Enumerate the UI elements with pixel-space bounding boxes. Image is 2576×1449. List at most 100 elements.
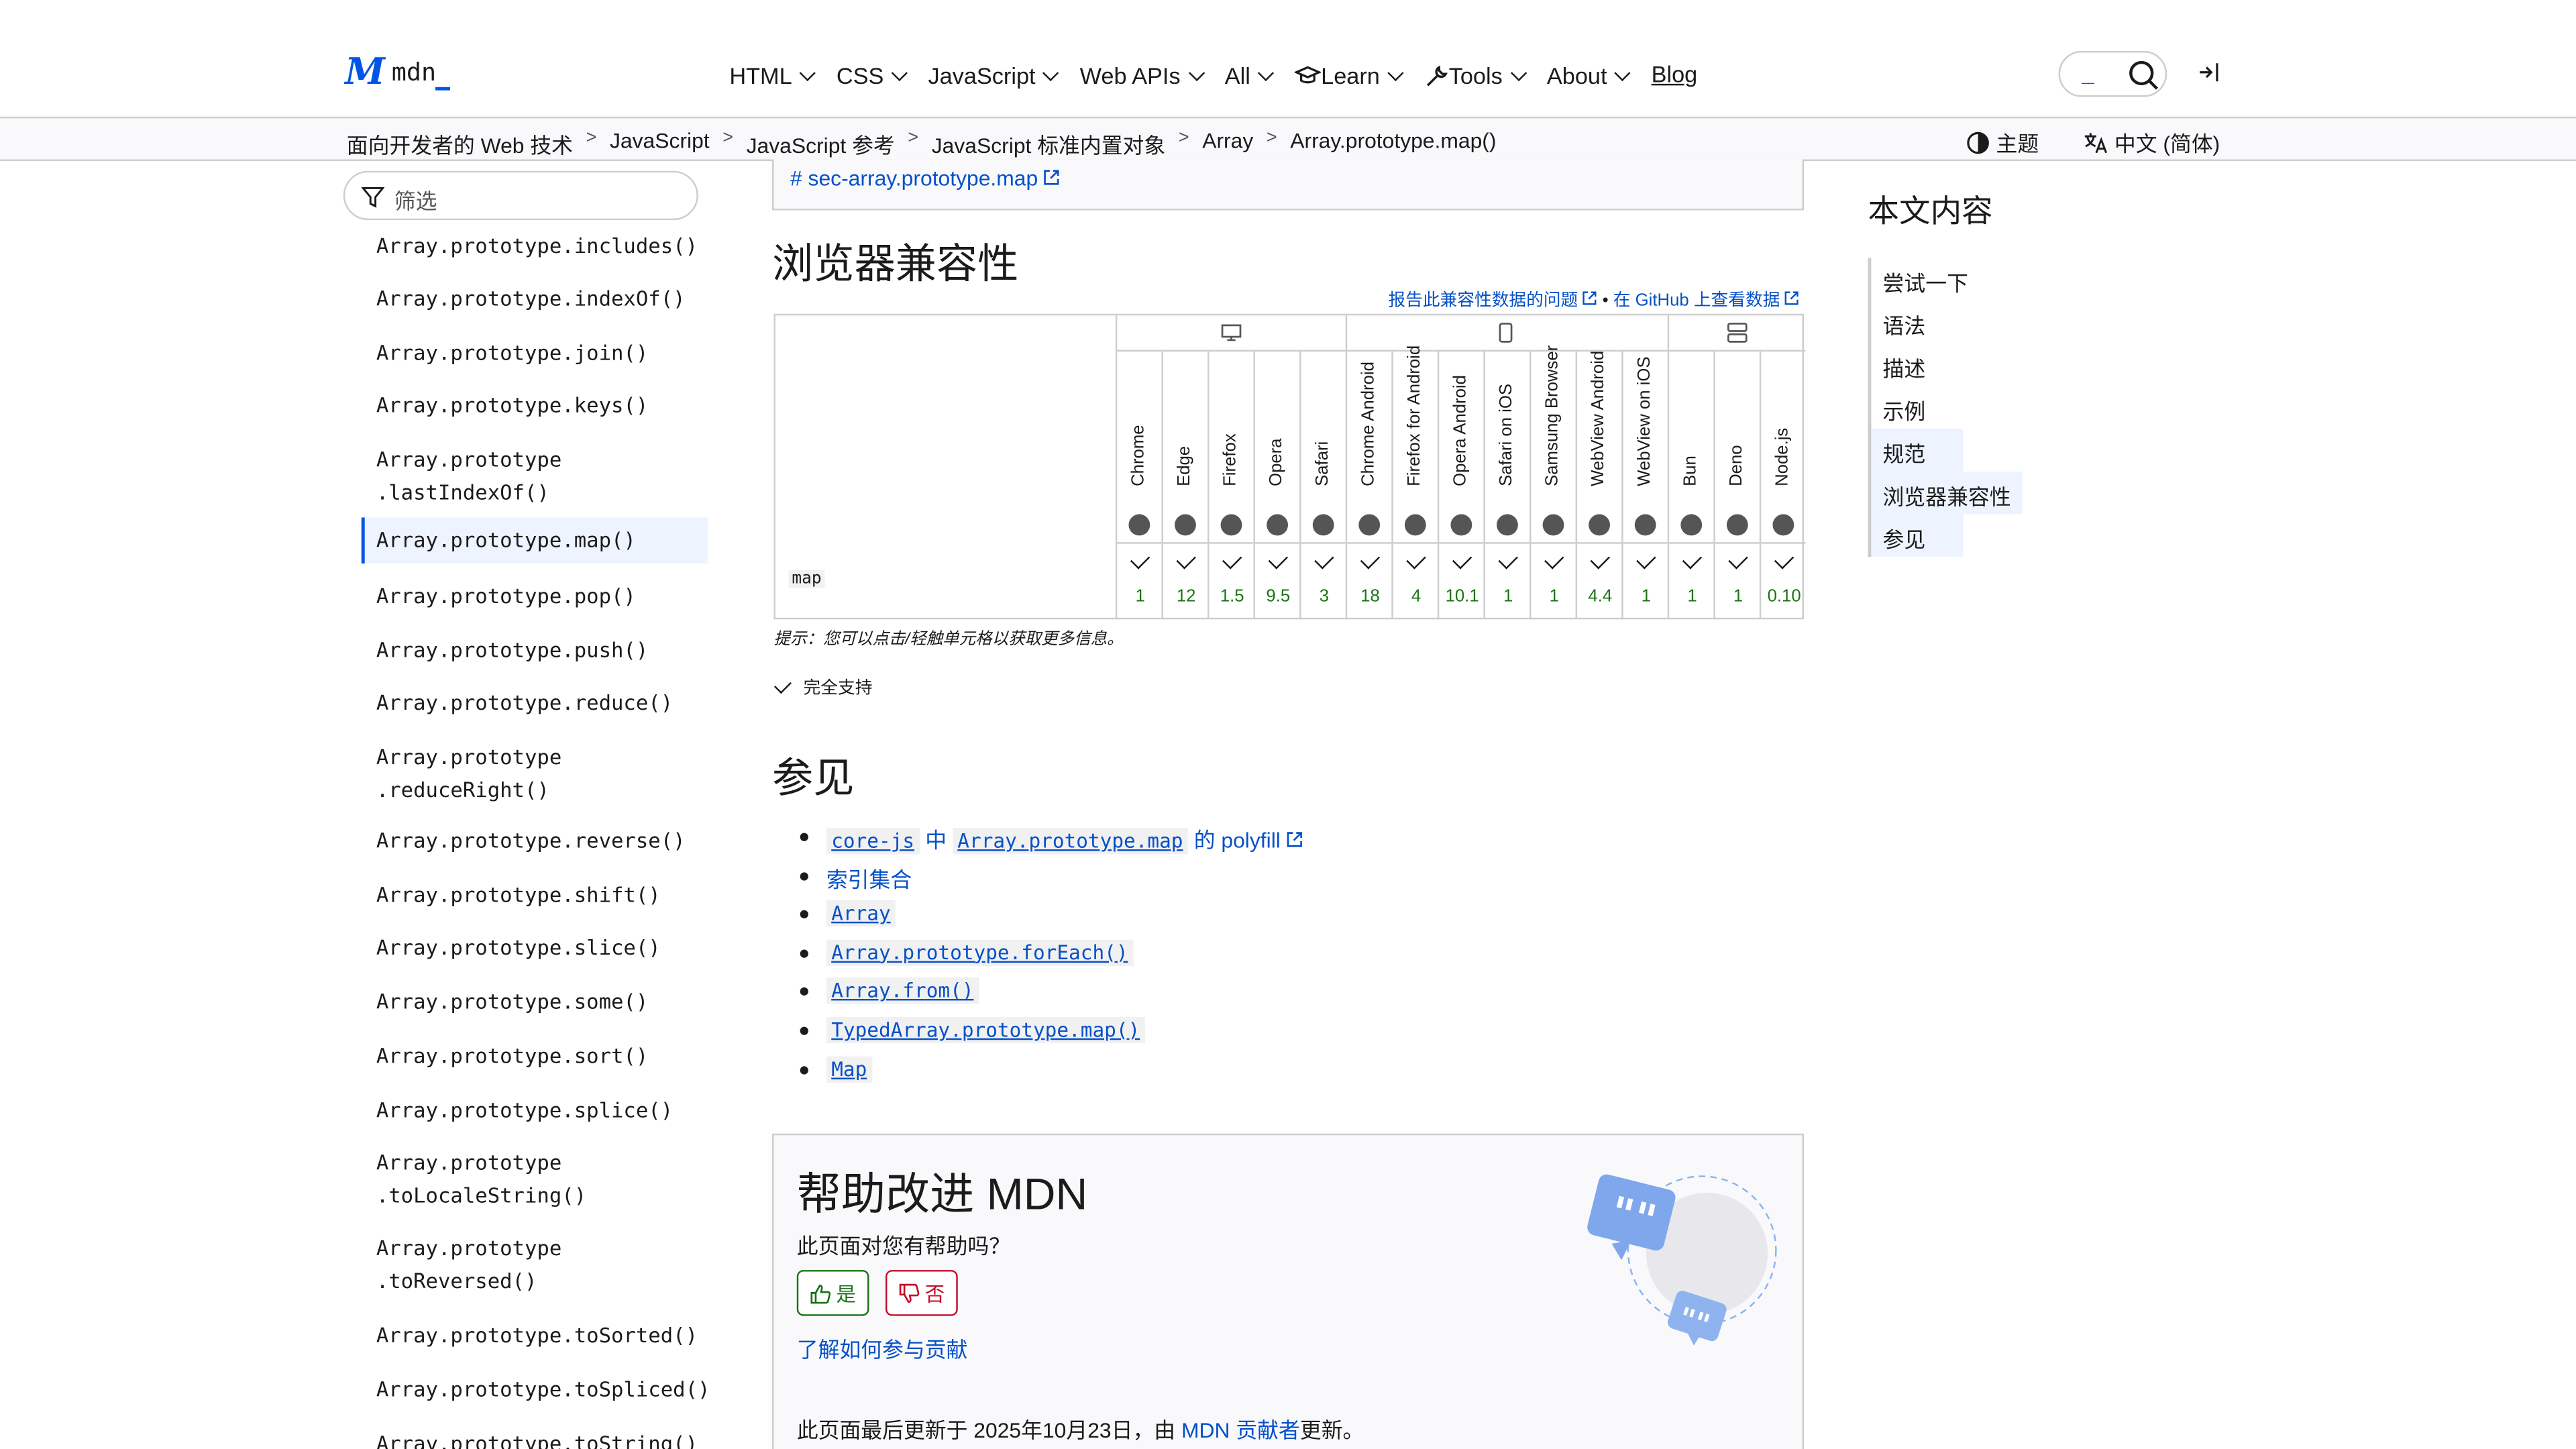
nav-all[interactable]: All <box>1225 61 1275 91</box>
support-cell[interactable]: 12 <box>1161 543 1208 620</box>
check-icon <box>1222 549 1242 570</box>
sidebar-filter-input[interactable]: 筛选 <box>343 170 698 221</box>
language-switcher[interactable]: 中文 (简体) <box>2083 127 2220 158</box>
support-cell[interactable]: 1 <box>1621 543 1668 620</box>
sidebar-item[interactable]: Array.prototype .lastIndexOf() <box>362 443 708 508</box>
sidebar-item[interactable]: Array.prototype.reverse() <box>362 824 708 857</box>
support-cell[interactable]: 1 <box>1115 543 1162 620</box>
support-version: 12 <box>1176 586 1196 606</box>
sidebar-item[interactable]: Array.prototype.shift() <box>362 879 708 911</box>
breadcrumb-item[interactable]: JavaScript <box>610 128 710 160</box>
nav-learn[interactable]: Learn <box>1294 61 1404 91</box>
see-also-link-typedarray-map[interactable]: TypedArray.prototype.map() <box>826 1016 1145 1044</box>
sidebar-item[interactable]: Array.prototype.sort() <box>362 1040 708 1072</box>
toc-item[interactable]: 描述 <box>1871 343 2032 386</box>
sidebar-item[interactable]: Array.prototype.toSorted() <box>362 1320 708 1352</box>
speech-bubbles-illustration: " " "" <box>1587 1174 1777 1346</box>
browser-logo-icon <box>1220 514 1242 536</box>
support-version: 1 <box>1641 586 1652 606</box>
toc-item[interactable]: 语法 <box>1871 301 2032 343</box>
sidebar-item[interactable]: Array.prototype .toLocaleString() <box>362 1146 708 1211</box>
browser-name: Chrome <box>1128 425 1148 486</box>
sidebar-item[interactable]: Array.prototype.some() <box>362 985 708 1018</box>
breadcrumb-item[interactable]: JavaScript 参考 <box>747 128 895 160</box>
search-button[interactable]: _ <box>2058 50 2167 97</box>
support-cell[interactable]: 0.10 <box>1759 543 1806 620</box>
browser-name: Opera Android <box>1450 375 1470 486</box>
sidebar-item[interactable]: Array.prototype.slice() <box>362 932 708 964</box>
browser-column-header: Node.js <box>1759 352 1806 544</box>
see-also-link-indexed-collections[interactable]: 索引集合 <box>826 862 912 894</box>
support-cell[interactable]: 4 <box>1391 543 1438 620</box>
support-cell[interactable]: 10.1 <box>1437 543 1484 620</box>
nav-web-apis[interactable]: Web APIs <box>1080 61 1204 91</box>
nav-tools[interactable]: Tools <box>1424 61 1527 91</box>
support-cell[interactable]: 3 <box>1299 543 1346 620</box>
search-icon <box>2129 60 2159 90</box>
sidebar-item[interactable]: Array.prototype.keys() <box>362 389 708 421</box>
check-icon <box>1682 549 1703 570</box>
toc-item-active[interactable]: 参见 <box>1871 514 1964 557</box>
chevron-down-icon <box>1257 64 1275 80</box>
sidebar-item[interactable]: Array.prototype.splice() <box>362 1094 708 1126</box>
login-icon[interactable] <box>2198 61 2221 84</box>
sidebar-item[interactable]: Array.prototype.toSpliced() <box>362 1373 710 1405</box>
sidebar-item[interactable]: Array.prototype.reduce() <box>362 687 708 719</box>
see-also-link-map[interactable]: Map <box>826 1055 872 1082</box>
sidebar-item[interactable]: Array.prototype .reduceRight() <box>362 741 708 805</box>
support-cell[interactable]: 18 <box>1345 543 1392 620</box>
mdn-logo[interactable]: M mdn <box>345 54 451 91</box>
sidebar-item[interactable]: Array.prototype.toString() <box>362 1428 708 1449</box>
browser-column-header: Safari on iOS <box>1483 352 1530 544</box>
browser-column-header: Bun <box>1667 352 1714 544</box>
see-also-link-foreach[interactable]: Array.prototype.forEach() <box>826 939 1133 966</box>
mobile-icon <box>1499 323 1513 343</box>
toc-item-active[interactable]: 浏览器兼容性 <box>1871 471 2023 515</box>
spec-link[interactable]: # sec-array.prototype.map <box>790 166 1061 191</box>
nav-css[interactable]: CSS <box>837 61 908 91</box>
toc-item[interactable]: 尝试一下 <box>1871 258 2032 301</box>
support-cell[interactable]: 1 <box>1667 543 1714 620</box>
toc-item-active[interactable]: 规范 <box>1871 429 1964 472</box>
support-cell[interactable]: 1 <box>1529 543 1576 620</box>
support-cell[interactable]: 4.4 <box>1575 543 1622 620</box>
support-cell[interactable]: 1 <box>1713 543 1760 620</box>
breadcrumb-item[interactable]: JavaScript 标准内置对象 <box>932 128 1166 160</box>
sidebar-item[interactable]: Array.prototype.includes() <box>362 230 708 262</box>
breadcrumb-item[interactable]: Array <box>1202 128 1253 160</box>
support-cell[interactable]: 1.5 <box>1208 543 1254 620</box>
theme-icon <box>1967 131 1989 154</box>
toc-item[interactable]: 示例 <box>1871 386 2032 429</box>
learn-contribute-link[interactable]: 了解如何参与贡献 <box>797 1332 968 1364</box>
compat-links: 报告此兼容性数据的问题 • 在 GitHub 上查看数据 <box>1388 288 1799 313</box>
sidebar-item[interactable]: Array.prototype.push() <box>362 634 708 666</box>
github-data-link[interactable]: 在 GitHub 上查看数据 <box>1613 290 1780 310</box>
nav-blog[interactable]: Blog <box>1652 61 1698 91</box>
sidebar-item[interactable]: Array.prototype .toReversed() <box>362 1232 708 1297</box>
nav-html[interactable]: HTML <box>729 61 816 91</box>
browser-name: Edge <box>1175 445 1195 486</box>
support-cell[interactable]: 9.5 <box>1253 543 1300 620</box>
chevron-down-icon <box>891 64 908 80</box>
see-also-link-array[interactable]: Array <box>826 900 896 927</box>
theme-switcher[interactable]: 主题 <box>1966 127 2039 158</box>
sidebar-item[interactable]: Array.prototype.pop() <box>362 580 708 612</box>
sidebar-item-active[interactable]: Array.prototype.map() <box>361 517 708 564</box>
feature-name[interactable]: map <box>788 570 825 588</box>
support-cell[interactable]: 1 <box>1483 543 1529 620</box>
sidebar-item[interactable]: Array.prototype.indexOf() <box>362 282 708 315</box>
browser-name: Deno <box>1726 445 1747 486</box>
see-also-link-array-from[interactable]: Array.from() <box>826 978 979 1005</box>
contributors-link[interactable]: MDN 贡献者 <box>1181 1417 1300 1442</box>
sidebar-item[interactable]: Array.prototype.join() <box>362 337 708 369</box>
breadcrumb-item[interactable]: 面向开发者的 Web 技术 <box>347 128 573 160</box>
compat-legend: 完全支持 <box>773 676 872 700</box>
report-issue-link[interactable]: 报告此兼容性数据的问题 <box>1388 290 1578 310</box>
nav-javascript[interactable]: JavaScript <box>928 61 1059 91</box>
feedback-no-button[interactable]: 否 <box>885 1270 958 1316</box>
nav-about[interactable]: About <box>1547 61 1631 91</box>
breadcrumb-item-current[interactable]: Array.prototype.map() <box>1290 128 1496 160</box>
browser-column-header: WebView Android <box>1575 351 1622 544</box>
see-also-link-polyfill[interactable]: core-js 中 Array.prototype.map 的 polyfill <box>826 823 1303 855</box>
feedback-yes-button[interactable]: 是 <box>796 1270 869 1316</box>
